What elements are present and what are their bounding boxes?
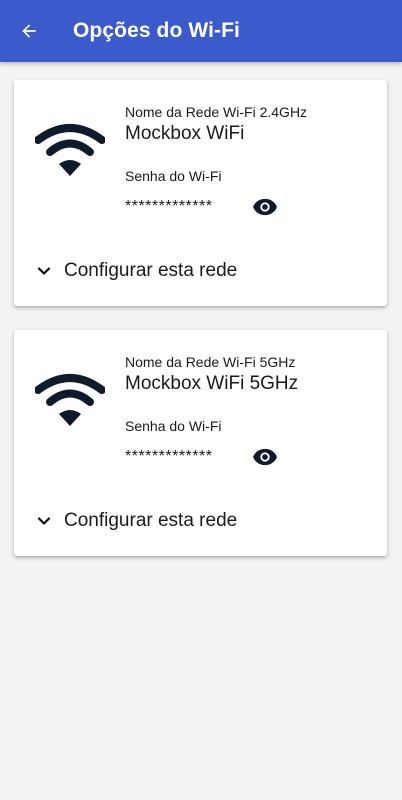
wifi-network-card-2-4ghz: Nome da Rede Wi-Fi 2.4GHz Mockbox WiFi S…	[14, 80, 387, 306]
arrow-back-icon	[22, 24, 36, 38]
wifi-network-card-5ghz: Nome da Rede Wi-Fi 5GHz Mockbox WiFi 5GH…	[14, 330, 387, 556]
password-label: Senha do Wi-Fi	[125, 168, 222, 184]
chevron-down-icon	[37, 267, 51, 275]
network-label: Nome da Rede Wi-Fi 5GHz	[125, 354, 296, 370]
wifi-icon	[35, 124, 105, 176]
back-button[interactable]	[18, 20, 40, 42]
network-name: Mockbox WiFi 5GHz	[125, 373, 299, 394]
chevron-down-icon	[37, 517, 51, 525]
network-name: Mockbox WiFi	[125, 123, 245, 144]
password-value: *************	[125, 448, 213, 465]
password-value: *************	[125, 198, 213, 215]
app-bar: Opções do Wi-Fi	[0, 0, 402, 62]
eye-icon[interactable]	[252, 197, 278, 217]
configure-network-toggle[interactable]: Configurar esta rede	[36, 508, 237, 534]
password-label: Senha do Wi-Fi	[125, 418, 222, 434]
page-title: Opções do Wi-Fi	[73, 19, 240, 42]
wifi-icon	[35, 374, 105, 426]
network-label: Nome da Rede Wi-Fi 2.4GHz	[125, 104, 308, 120]
configure-network-label: Configurar esta rede	[64, 510, 238, 531]
configure-network-toggle[interactable]: Configurar esta rede	[36, 258, 237, 284]
configure-network-label: Configurar esta rede	[64, 260, 238, 281]
eye-icon[interactable]	[252, 447, 278, 467]
